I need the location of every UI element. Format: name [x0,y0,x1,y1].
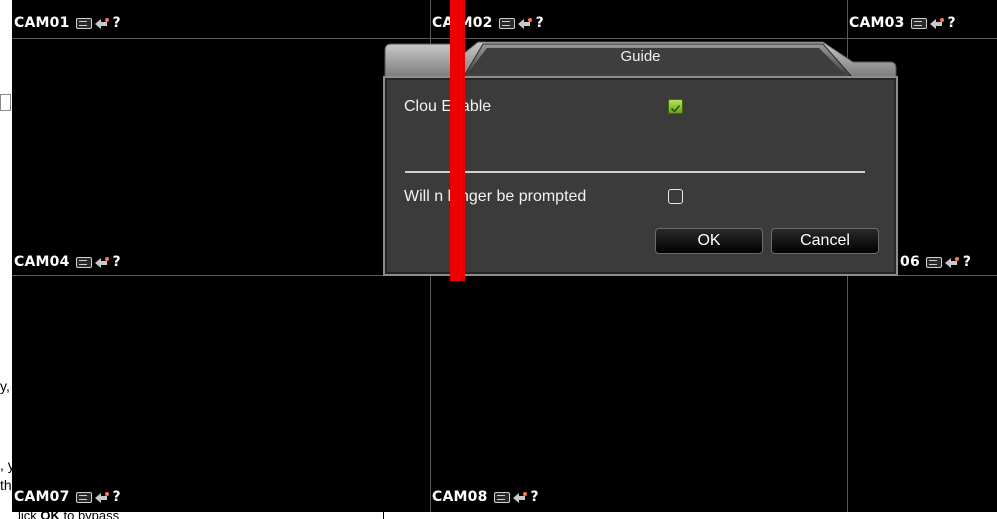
cam02-label[interactable]: CA M02 ? [432,15,544,31]
help-icon[interactable]: ? [113,254,121,270]
partial-input-box [0,94,11,111]
grid-divider [12,38,997,39]
ptz-icon[interactable] [517,16,533,30]
background-text-line: th [0,477,12,493]
record-icon[interactable] [498,17,515,29]
ptz-icon[interactable] [512,490,528,504]
help-icon[interactable]: ? [531,489,539,505]
record-icon[interactable] [925,256,942,268]
no-longer-prompt-label: Will n longer be prompted [404,188,587,205]
record-icon[interactable] [910,17,927,29]
ptz-icon[interactable] [929,16,945,30]
cloud-enable-label: Clou Enable [404,98,492,115]
cam07-label[interactable]: CAM07 ? [14,489,121,505]
ptz-icon[interactable] [94,255,110,269]
help-icon[interactable]: ? [536,15,544,31]
red-annotation-bar [450,0,465,281]
cam06-label[interactable]: 06 ? [900,254,971,270]
ok-button[interactable]: OK [655,228,763,254]
cam03-label[interactable]: CAM03 ? [849,15,956,31]
background-instruction-text: lick OK to bypass [18,508,120,519]
cam01-label[interactable]: CAM01 ? [14,15,121,31]
ptz-icon[interactable] [94,16,110,30]
cam03-name: CAM03 [849,15,905,31]
background-text-line: y, [0,378,10,394]
cam08-label[interactable]: CAM08 ? [432,489,539,505]
cloud-enable-checkbox[interactable] [668,99,683,114]
cam01-name: CAM01 [14,15,70,31]
cam08-name: CAM08 [432,489,488,505]
cam04-label[interactable]: CAM04 ? [14,254,121,270]
help-icon[interactable]: ? [963,254,971,270]
record-icon[interactable] [75,256,92,268]
background-divider [383,512,384,519]
ptz-icon[interactable] [944,255,960,269]
record-icon[interactable] [75,17,92,29]
cam06-name: 06 [900,254,920,270]
dialog-divider [405,171,865,173]
cam04-name: CAM04 [14,254,70,270]
ptz-icon[interactable] [94,490,110,504]
check-mark-icon [670,104,681,113]
record-icon[interactable] [493,491,510,503]
no-longer-prompt-checkbox[interactable] [668,189,683,204]
cam07-name: CAM07 [14,489,70,505]
help-icon[interactable]: ? [948,15,956,31]
help-icon[interactable]: ? [113,15,121,31]
cancel-button[interactable]: Cancel [771,228,879,254]
help-icon[interactable]: ? [113,489,121,505]
record-icon[interactable] [75,491,92,503]
